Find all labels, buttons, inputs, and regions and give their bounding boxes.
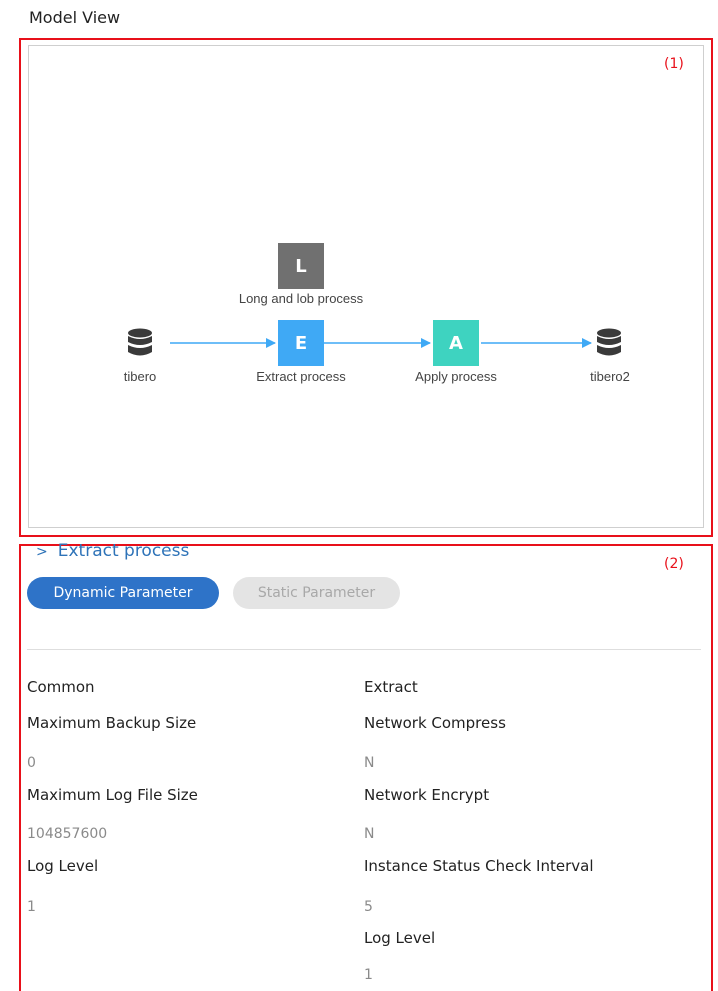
extract-heading: Extract [364, 678, 418, 696]
field-value: 5 [364, 899, 373, 915]
apply-process-label: Apply process [415, 369, 497, 384]
field-label: Network Compress [364, 714, 506, 732]
source-db-label: tibero [123, 369, 157, 384]
divider [27, 649, 701, 650]
database-icon[interactable] [596, 328, 622, 358]
tab-static-parameter[interactable]: Static Parameter [233, 577, 400, 609]
field-label: Log Level [27, 857, 99, 875]
breadcrumb-label: Extract process [57, 541, 190, 561]
breadcrumb[interactable]: > Extract process [36, 541, 189, 561]
field-label: Instance Status Check Interval [364, 857, 594, 875]
callout-label-1: (1) [664, 56, 684, 72]
extract-process-node[interactable]: E [278, 320, 324, 366]
target-db-label: tibero2 [590, 369, 630, 384]
tab-dynamic-parameter[interactable]: Dynamic Parameter [27, 577, 219, 609]
callout-label-2: (2) [664, 556, 684, 572]
field-label: Log Level [364, 929, 436, 947]
field-label: Network Encrypt [364, 786, 490, 804]
field-label: Maximum Backup Size [27, 714, 197, 732]
field-value: 0 [27, 755, 36, 771]
page-title: Model View [29, 8, 121, 27]
database-icon[interactable] [127, 328, 153, 358]
field-value: N [364, 826, 375, 842]
extract-process-label: Extract process [256, 369, 346, 384]
common-heading: Common [27, 678, 95, 696]
field-value: 1 [27, 899, 36, 915]
field-value: N [364, 755, 375, 771]
apply-process-node[interactable]: A [433, 320, 479, 366]
chevron-right-icon: > [36, 544, 48, 560]
callout-box-1 [19, 38, 713, 537]
field-label: Maximum Log File Size [27, 786, 198, 804]
long-lob-process-label: Long and lob process [238, 291, 364, 306]
field-value: 104857600 [27, 826, 108, 842]
field-value: 1 [364, 967, 373, 983]
long-lob-process-node[interactable]: L [278, 243, 324, 289]
